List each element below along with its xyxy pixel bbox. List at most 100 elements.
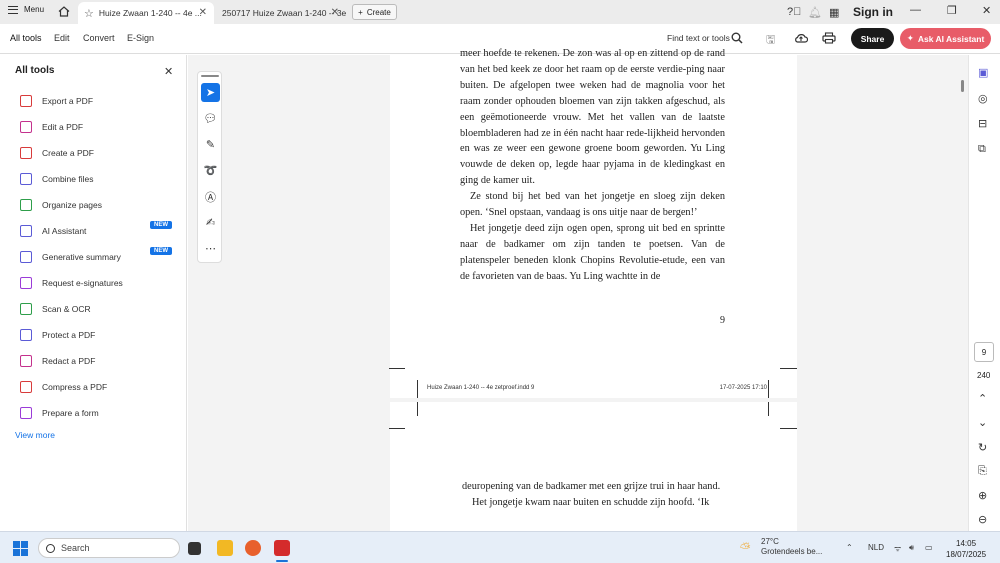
minimize-icon[interactable]: — [910,4,921,16]
current-page-input[interactable]: 9 [974,342,994,362]
create-label: Create [366,7,391,17]
select-cursor-icon[interactable]: ➤ [201,83,220,102]
language-indicator[interactable]: NLD [868,543,884,552]
tab-huize-zwaan-4e[interactable]: ☆ Huize Zwaan 1-240 -- 4e ... ✕ [78,2,214,24]
menu-edit[interactable]: Edit [54,33,70,43]
weather-widget[interactable]: 27°C Grotendeels be... [761,537,822,557]
chevron-up-icon[interactable]: ⌃ [978,392,987,405]
tool-label: Organize pages [42,200,103,210]
apps-grid-icon[interactable]: ▦ [829,6,839,19]
tab-huize-zwaan-3e[interactable]: 250717 Huize Zwaan 1-240 -- 3e z... ✕ [218,2,346,24]
crop-mark [780,368,797,369]
active-app-indicator [276,560,288,562]
hamburger-icon [8,5,18,14]
sign-icon[interactable]: ✍︎ [201,213,220,232]
pages-rail-icon[interactable]: ⧉ [978,143,986,156]
date: 18/07/2025 [946,550,987,559]
rotate-icon[interactable]: ↻ [978,441,987,454]
battery-icon[interactable]: ▭ [925,543,933,552]
find-text-or-tools[interactable]: Find text or tools [667,33,730,43]
close-panel-icon[interactable]: ✕ [164,65,173,78]
tool-item[interactable]: Edit a PDF [20,121,180,133]
total-pages: 240 [977,371,991,380]
tool-item[interactable]: Prepare a form [20,407,180,419]
tool-item[interactable]: Combine files [20,173,180,185]
volume-icon[interactable]: 🔊︎ [909,543,914,553]
more-tools-icon[interactable]: ⋯ [201,239,220,258]
comments-rail-icon[interactable]: ◎ [978,92,988,105]
chevron-up-icon[interactable]: ⌃ [846,543,853,552]
star-icon[interactable]: ☆ [84,7,94,20]
tool-item[interactable]: Compress a PDF [20,381,180,393]
close-window-icon[interactable]: ✕ [982,4,991,17]
chevron-down-icon[interactable]: ⌄ [978,416,987,429]
page-number: 9 [720,315,725,326]
tool-label: Generative summary [42,252,121,262]
menu-all-tools[interactable]: All tools [10,33,42,43]
comment-icon[interactable]: 💬︎ [201,109,220,128]
tool-icon [20,95,32,107]
paragraph: Ze stond bij het bed van het jongetje en… [460,191,725,219]
home-icon[interactable] [58,6,70,17]
print-icon[interactable] [822,32,836,44]
share-button[interactable]: Share [851,28,894,49]
cloud-upload-icon[interactable] [794,32,808,44]
tool-item[interactable]: Create a PDF [20,147,180,159]
tool-icon [20,407,32,419]
ai-assistant-rail-icon[interactable]: ▣ [978,66,988,79]
draw-lasso-icon[interactable]: ➰ [201,161,220,180]
ai-sparkle-icon: ✦ [906,33,914,43]
tool-label: Request e-signatures [42,278,123,288]
tool-item[interactable]: Protect a PDF [20,329,180,341]
bookmarks-rail-icon[interactable]: ⊟ [978,117,987,130]
zoom-in-icon[interactable]: ⊕ [978,489,987,502]
page-fit-icon[interactable]: ⎘ [978,465,987,478]
menu-convert[interactable]: Convert [83,33,115,43]
restore-icon[interactable]: ❐ [947,4,957,17]
tool-item[interactable]: Request e-signatures [20,277,180,289]
tool-icon [20,277,32,289]
text-box-icon[interactable]: Ⓐ [201,187,220,206]
zoom-out-icon[interactable]: ⊖ [978,513,987,526]
taskbar-search[interactable]: Search [38,538,180,558]
create-button[interactable]: + Create [352,4,397,20]
close-tab-icon[interactable]: ✕ [331,7,339,18]
tool-icon [20,121,32,133]
plus-icon: + [358,7,363,17]
search-icon[interactable] [731,32,743,44]
tool-label: Scan & OCR [42,304,91,314]
save-icon[interactable]: 🖫︎ [766,31,775,50]
acrobat-icon[interactable] [274,540,290,556]
view-more-link[interactable]: View more [15,430,55,440]
task-view-icon[interactable] [188,542,201,555]
scrollbar-thumb[interactable] [961,80,964,92]
windows-start-icon[interactable] [13,541,28,556]
bell-icon[interactable]: 🔔︎ [808,6,822,19]
paragraph: Het jongetje kwam naar buiten en schudde… [472,496,710,508]
windows-taskbar: Search ⛅︎ 27°C Grotendeels be... ⌃ NLD ᯤ… [0,531,1000,563]
file-explorer-icon[interactable] [217,540,233,556]
weather-icon[interactable]: ⛅︎ [740,540,750,556]
tool-item[interactable]: Export a PDF [20,95,180,107]
menu-esign[interactable]: E-Sign [127,33,154,43]
tool-icon [20,199,32,211]
tool-item[interactable]: Scan & OCR [20,303,180,315]
tool-item[interactable]: Redact a PDF [20,355,180,367]
crop-mark [417,380,418,398]
panel-title: All tools [15,65,55,76]
close-tab-icon[interactable]: ✕ [199,7,207,18]
tool-label: Combine files [42,174,94,184]
help-icon[interactable]: ?⃝ [787,6,801,18]
tool-item[interactable]: Organize pages [20,199,180,211]
time: 14:05 [956,539,977,548]
drag-handle[interactable] [201,75,219,77]
sign-in-button[interactable]: Sign in [853,5,893,19]
ask-ai-assistant-button[interactable]: ✦ Ask AI Assistant [900,28,991,49]
wifi-icon[interactable]: ᯤ [894,543,901,554]
menu-button[interactable]: Menu [8,5,44,14]
tool-label: Export a PDF [42,96,94,106]
clock[interactable]: 14:05 18/07/2025 [946,538,986,560]
highlight-pen-icon[interactable]: ✎ [201,135,220,154]
tool-icon [20,251,32,263]
firefox-icon[interactable] [245,540,261,556]
